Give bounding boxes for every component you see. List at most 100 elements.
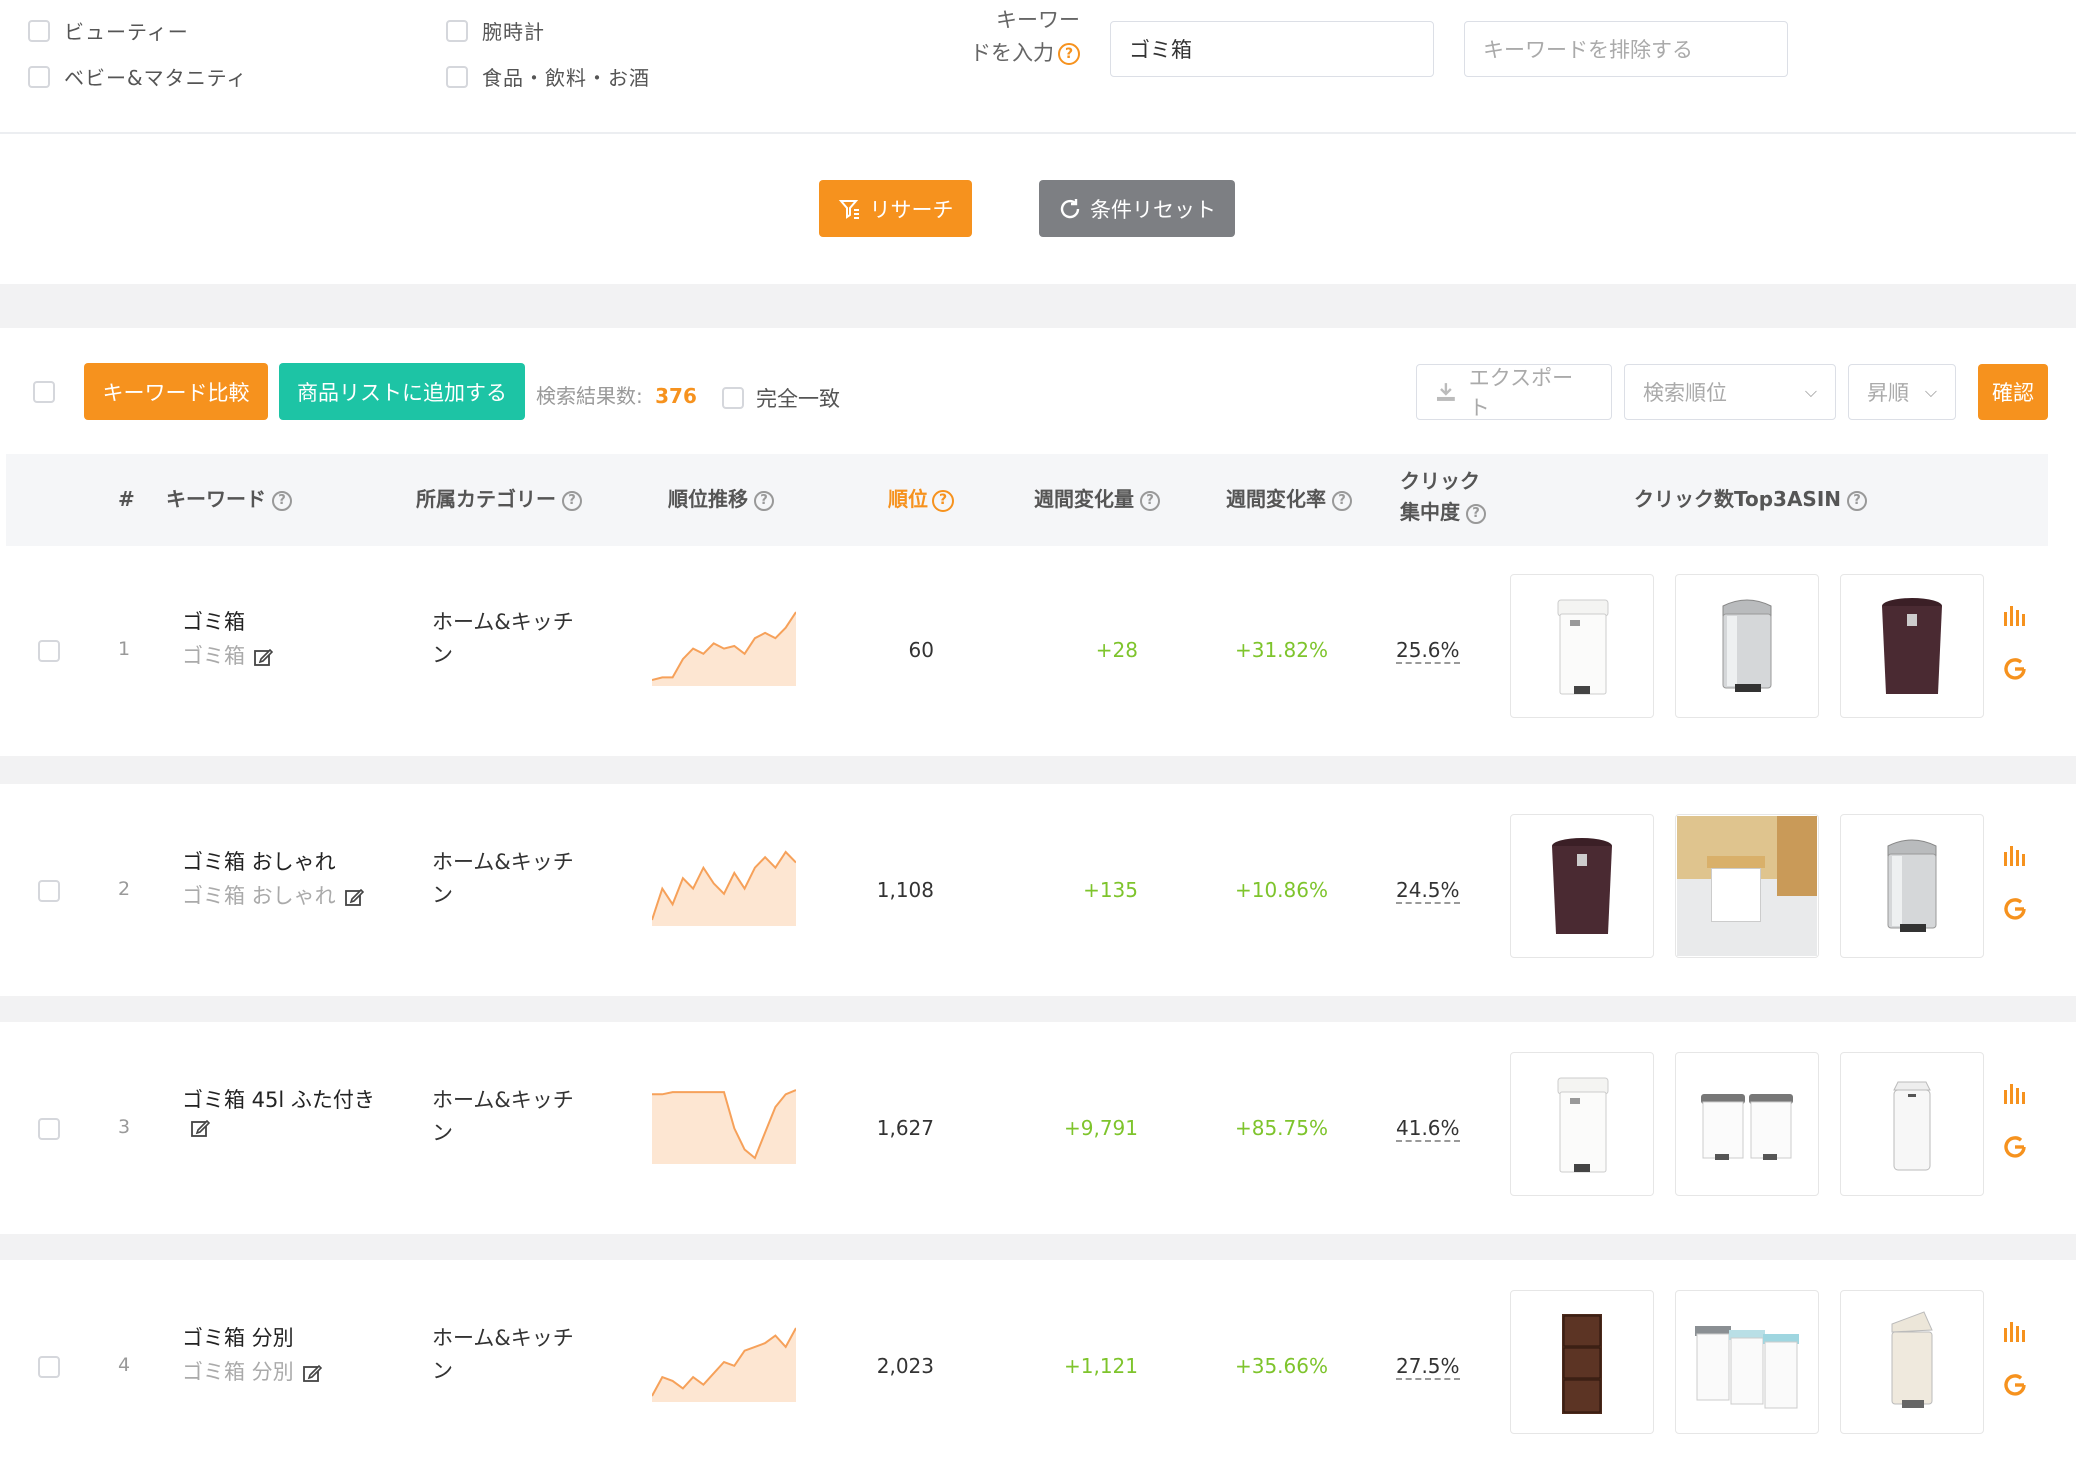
filter-icon bbox=[838, 199, 859, 219]
asin-thumbnail[interactable] bbox=[1675, 574, 1819, 718]
category-checkbox-watch[interactable]: 腕時計 bbox=[446, 16, 545, 45]
reset-button-label: 条件リセット bbox=[1090, 197, 1216, 222]
select-all-checkbox[interactable] bbox=[33, 381, 55, 403]
asin-thumbnail[interactable] bbox=[1510, 814, 1654, 958]
divider bbox=[0, 132, 2076, 134]
help-icon[interactable]: ? bbox=[562, 490, 582, 511]
category-label: 食品・飲料・お酒 bbox=[482, 66, 650, 90]
edit-icon[interactable] bbox=[190, 1118, 210, 1138]
asin-thumbnail[interactable] bbox=[1675, 1052, 1819, 1196]
reset-button[interactable]: 条件リセット bbox=[1039, 180, 1235, 237]
th-weekly-change[interactable]: 週間変化量? bbox=[1034, 484, 1160, 515]
sort-order-select[interactable]: 昇順 ⌵ bbox=[1848, 364, 1956, 420]
weekly-change-value: +135 bbox=[1083, 878, 1138, 902]
add-to-list-button[interactable]: 商品リストに追加する bbox=[279, 363, 525, 420]
th-keyword-label: キーワード bbox=[166, 487, 266, 511]
keyword-translation bbox=[182, 1118, 210, 1138]
google-icon[interactable] bbox=[2002, 896, 2028, 922]
row-checkbox[interactable] bbox=[38, 640, 60, 662]
row-checkbox[interactable] bbox=[38, 1356, 60, 1378]
rank-trend-sparkline[interactable] bbox=[651, 1322, 797, 1402]
category-line1: ホーム&キッチ bbox=[432, 850, 574, 874]
help-icon[interactable]: ? bbox=[1140, 490, 1160, 511]
th-top3-asin[interactable]: クリック数Top3ASIN? bbox=[1634, 484, 1868, 515]
keyword-compare-button[interactable]: キーワード比較 bbox=[84, 363, 268, 420]
help-icon[interactable]: ? bbox=[1332, 490, 1352, 511]
checkbox[interactable] bbox=[722, 387, 744, 409]
checkbox[interactable] bbox=[446, 65, 468, 88]
keyword-input-value: ゴミ箱 bbox=[1129, 38, 1192, 62]
table-row: 1 ゴミ箱 ゴミ箱 ホーム&キッチ ン 60 +28 +31.82% 25.6% bbox=[0, 546, 2076, 756]
confirm-button[interactable]: 確認 bbox=[1978, 364, 2048, 420]
help-icon[interactable]: ? bbox=[1847, 490, 1868, 511]
weekly-change-value: +28 bbox=[1095, 638, 1138, 662]
row-checkbox[interactable] bbox=[38, 880, 60, 902]
category-checkbox-food[interactable]: 食品・飲料・お酒 bbox=[446, 62, 650, 91]
th-rank[interactable]: 順位? bbox=[888, 484, 954, 515]
keyword-link[interactable]: ゴミ箱 45l ふた付き bbox=[182, 1084, 375, 1117]
asin-thumbnail[interactable] bbox=[1675, 1290, 1819, 1434]
row-checkbox[interactable] bbox=[38, 1118, 60, 1140]
th-click-concentration[interactable]: クリック 集中度? bbox=[1400, 466, 1486, 528]
asin-thumbnail[interactable] bbox=[1840, 574, 1984, 718]
rank-trend-sparkline[interactable] bbox=[652, 1084, 797, 1164]
exclude-keyword-placeholder: キーワードを排除する bbox=[1483, 38, 1693, 62]
asin-thumbnail[interactable] bbox=[1510, 1052, 1654, 1196]
checkbox[interactable] bbox=[28, 65, 50, 88]
edit-icon[interactable] bbox=[344, 887, 364, 907]
category-checkbox-baby[interactable]: ベビー&マタニティ bbox=[28, 62, 247, 91]
th-category[interactable]: 所属カテゴリー? bbox=[416, 484, 582, 515]
keyword-input[interactable]: ゴミ箱 bbox=[1110, 21, 1434, 77]
keyword-link[interactable]: ゴミ箱 分別 bbox=[182, 1322, 294, 1355]
rank-trend-sparkline[interactable] bbox=[651, 846, 797, 926]
rank-value: 1,108 bbox=[876, 878, 934, 902]
edit-icon[interactable] bbox=[302, 1363, 322, 1383]
row-index: 2 bbox=[118, 878, 131, 900]
help-icon[interactable]: ? bbox=[754, 490, 774, 511]
rank-trend-sparkline[interactable] bbox=[651, 606, 797, 686]
edit-icon[interactable] bbox=[253, 647, 273, 667]
help-icon[interactable]: ? bbox=[1058, 43, 1080, 65]
checkbox[interactable] bbox=[446, 19, 468, 42]
export-button[interactable]: エクスポート bbox=[1416, 364, 1612, 420]
sort-field-select[interactable]: 検索順位 ⌵ bbox=[1624, 364, 1836, 420]
click-concentration-value[interactable]: 24.5% bbox=[1396, 878, 1460, 904]
checkbox[interactable] bbox=[28, 19, 50, 42]
bar-chart-icon[interactable] bbox=[2002, 1320, 2028, 1344]
bar-chart-icon[interactable] bbox=[2002, 1082, 2028, 1106]
research-button[interactable]: リサーチ bbox=[819, 180, 972, 237]
result-count-label: 検索結果数: bbox=[536, 384, 643, 408]
google-icon[interactable] bbox=[2002, 1372, 2028, 1398]
category-checkbox-beauty[interactable]: ビューティー bbox=[28, 16, 189, 45]
click-concentration-value[interactable]: 25.6% bbox=[1396, 638, 1460, 664]
weekly-rate-value: +31.82% bbox=[1234, 638, 1328, 662]
exact-match-toggle[interactable]: 完全一致 bbox=[722, 383, 840, 413]
asin-thumbnail[interactable] bbox=[1510, 1290, 1654, 1434]
bar-chart-icon[interactable] bbox=[2002, 604, 2028, 628]
asin-thumbnail[interactable] bbox=[1840, 1290, 1984, 1434]
help-icon[interactable]: ? bbox=[932, 489, 954, 512]
th-weekly-rate[interactable]: 週間変化率? bbox=[1226, 484, 1352, 515]
google-icon[interactable] bbox=[2002, 656, 2028, 682]
weekly-rate-value: +85.75% bbox=[1234, 1116, 1328, 1140]
category-label: ベビー&マタニティ bbox=[64, 66, 248, 90]
exclude-keyword-input[interactable]: キーワードを排除する bbox=[1464, 21, 1788, 77]
click-concentration-value[interactable]: 41.6% bbox=[1396, 1116, 1460, 1142]
help-icon[interactable]: ? bbox=[272, 490, 292, 511]
asin-thumbnail[interactable] bbox=[1840, 814, 1984, 958]
keyword-link[interactable]: ゴミ箱 bbox=[182, 606, 245, 639]
help-icon[interactable]: ? bbox=[1466, 503, 1486, 524]
asin-thumbnail[interactable] bbox=[1840, 1052, 1984, 1196]
asin-thumbnail[interactable] bbox=[1510, 574, 1654, 718]
click-concentration-value[interactable]: 27.5% bbox=[1396, 1354, 1460, 1380]
filter-panel: ビューティー ベビー&マタニティ 腕時計 食品・飲料・お酒 キーワー ドを入力?… bbox=[0, 0, 2076, 284]
google-icon[interactable] bbox=[2002, 1134, 2028, 1160]
th-index: # bbox=[118, 487, 135, 511]
keyword-translation: ゴミ箱 分別 bbox=[182, 1356, 322, 1389]
th-keyword[interactable]: キーワード? bbox=[166, 484, 292, 515]
keyword-link[interactable]: ゴミ箱 おしゃれ bbox=[182, 846, 336, 879]
chevron-down-icon: ⌵ bbox=[1804, 382, 1817, 401]
bar-chart-icon[interactable] bbox=[2002, 844, 2028, 868]
asin-thumbnail[interactable] bbox=[1675, 814, 1819, 958]
th-trend[interactable]: 順位推移? bbox=[668, 484, 774, 515]
